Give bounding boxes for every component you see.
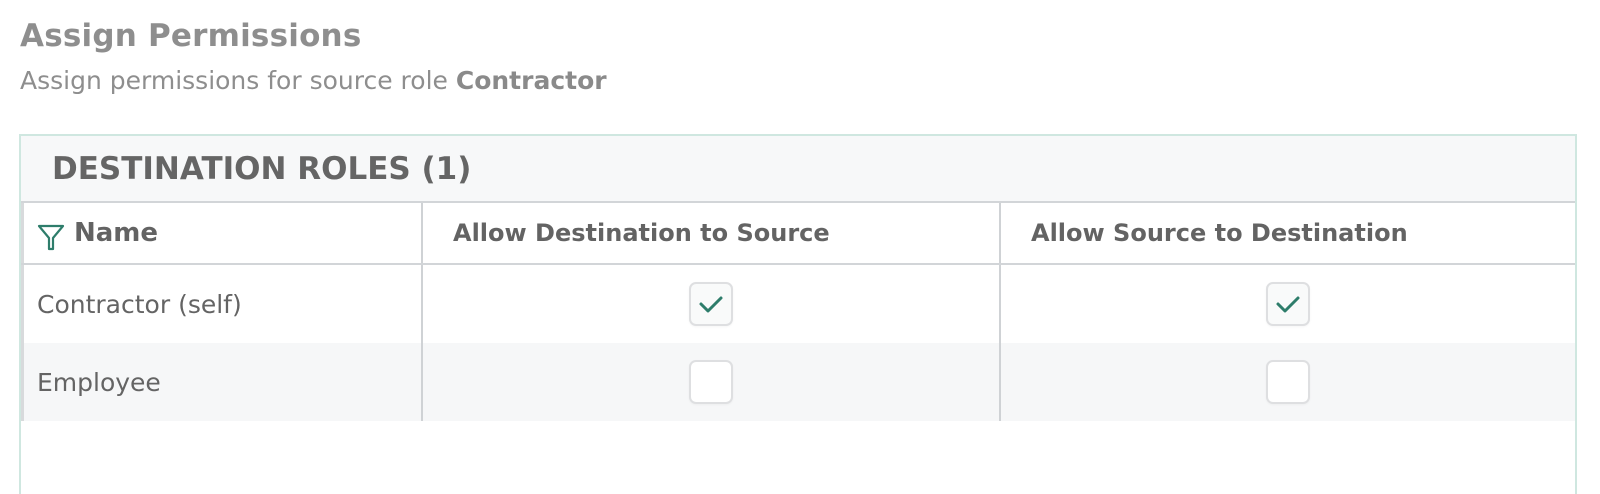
table-row: Employee (21, 343, 1575, 421)
destination-roles-panel: DESTINATION ROLES (1) Name Allow Destina… (19, 134, 1577, 494)
column-header-source-to-dest[interactable]: Allow Source to Destination (1001, 203, 1575, 263)
dest-to-source-checkbox[interactable] (689, 282, 733, 326)
check-icon (1276, 296, 1300, 313)
permissions-table: Name Allow Destination to Source Allow S… (21, 203, 1575, 421)
dest-to-source-checkbox[interactable] (689, 360, 733, 404)
filter-icon[interactable] (36, 222, 66, 252)
table-header-row: Name Allow Destination to Source Allow S… (21, 203, 1575, 265)
source-to-dest-cell (1001, 343, 1575, 421)
table-row: Contractor (self) (21, 265, 1575, 343)
page-subtitle: Assign permissions for source role Contr… (20, 66, 607, 95)
role-name-cell: Contractor (self) (21, 265, 423, 343)
column-header-source-to-dest-label: Allow Source to Destination (1031, 219, 1408, 247)
page-title: Assign Permissions (20, 18, 362, 54)
dest-to-source-cell (423, 343, 1001, 421)
role-name-cell: Employee (21, 343, 423, 421)
column-header-dest-to-source[interactable]: Allow Destination to Source (423, 203, 1001, 263)
source-to-dest-checkbox[interactable] (1266, 360, 1310, 404)
panel-header: DESTINATION ROLES (1) (21, 136, 1575, 203)
column-header-name[interactable]: Name (21, 203, 423, 263)
source-role-name: Contractor (455, 66, 607, 95)
dest-to-source-cell (423, 265, 1001, 343)
column-header-dest-to-source-label: Allow Destination to Source (453, 219, 830, 247)
source-to-dest-checkbox[interactable] (1266, 282, 1310, 326)
subtitle-text: Assign permissions for source role (20, 66, 456, 95)
source-to-dest-cell (1001, 265, 1575, 343)
check-icon (699, 296, 723, 313)
column-header-name-label: Name (74, 218, 159, 248)
